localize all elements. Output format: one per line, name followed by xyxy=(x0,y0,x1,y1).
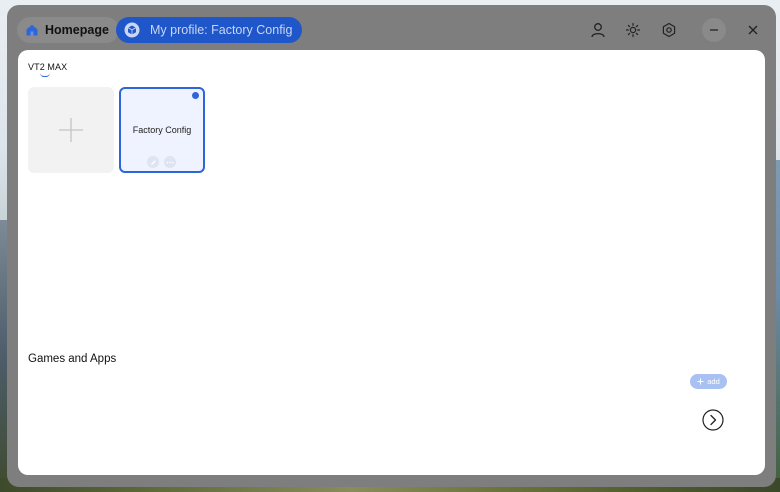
add-game-button[interactable]: add xyxy=(690,374,727,389)
close-icon xyxy=(747,24,759,36)
games-and-apps-title: Games and Apps xyxy=(28,353,117,365)
close-button[interactable] xyxy=(742,19,764,41)
plus-icon xyxy=(697,378,704,385)
tab-homepage[interactable]: Homepage xyxy=(17,17,119,43)
account-button[interactable] xyxy=(587,19,609,41)
more-options-button[interactable] xyxy=(164,156,176,168)
main-content: VT2 MAX Factory Config Games and Apps ad… xyxy=(18,50,765,475)
more-icon xyxy=(166,161,174,164)
active-profile-indicator xyxy=(192,92,199,99)
account-icon xyxy=(590,22,606,38)
add-profile-card[interactable] xyxy=(28,87,114,173)
brightness-button[interactable] xyxy=(622,19,644,41)
add-game-label: add xyxy=(707,377,720,386)
app-window: Homepage My profile: Factory Config VT2 … xyxy=(7,5,776,487)
settings-icon xyxy=(661,22,677,38)
chevron-right-circle-icon xyxy=(702,409,724,431)
tab-my-profile[interactable]: My profile: Factory Config xyxy=(116,17,303,43)
tab-my-profile-label: My profile: Factory Config xyxy=(150,23,293,37)
title-bar: Homepage My profile: Factory Config xyxy=(7,5,776,51)
edit-profile-button[interactable] xyxy=(147,156,159,168)
settings-button[interactable] xyxy=(658,19,680,41)
minimize-button[interactable] xyxy=(703,19,725,41)
profile-card-name: Factory Config xyxy=(132,125,192,135)
next-page-button[interactable] xyxy=(702,409,724,431)
device-name: VT2 MAX xyxy=(28,62,68,72)
tab-homepage-label: Homepage xyxy=(45,23,109,37)
profile-card-factory-config[interactable]: Factory Config xyxy=(119,87,205,173)
device-name-underline xyxy=(40,73,50,77)
minimize-icon xyxy=(708,24,720,36)
cube-icon xyxy=(124,22,140,38)
plus-icon xyxy=(58,117,84,143)
brightness-icon xyxy=(625,22,641,38)
edit-icon xyxy=(150,159,157,166)
home-icon xyxy=(25,23,39,37)
